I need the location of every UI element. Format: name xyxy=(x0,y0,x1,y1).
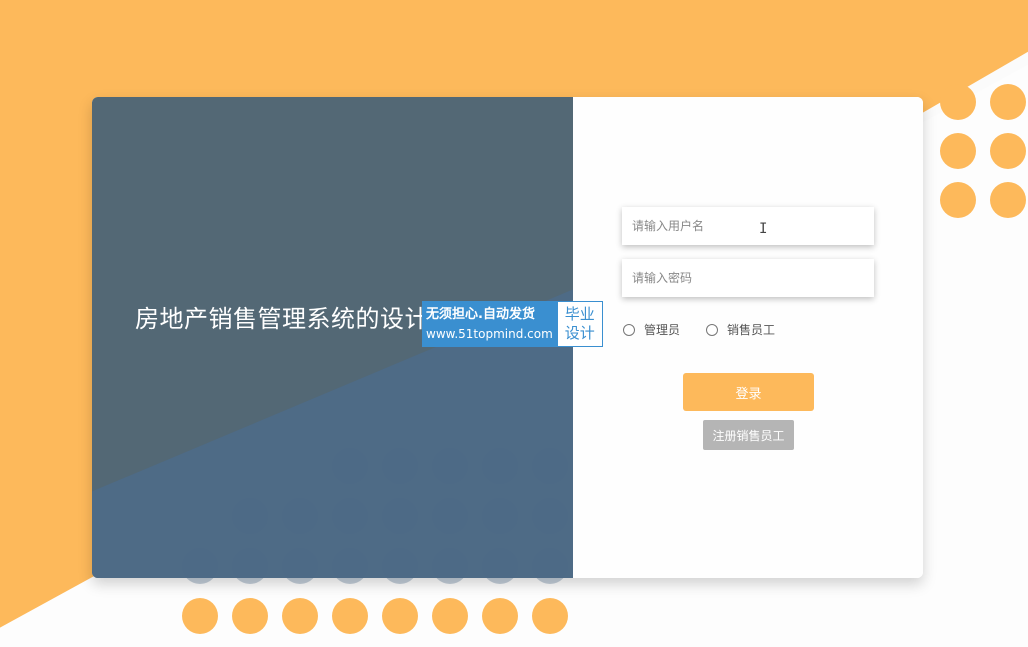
decor-dot xyxy=(532,448,568,484)
decor-dot xyxy=(432,498,468,534)
watermark-line2: www.51topmind.com xyxy=(426,327,553,341)
role-radio-group: 管理员 销售员工 xyxy=(623,321,775,338)
login-form: I 管理员 销售员工 登录 注册销售员工 xyxy=(573,97,923,578)
decor-dot xyxy=(940,84,976,120)
decor-dot xyxy=(382,598,418,634)
decor-dot xyxy=(232,598,268,634)
decor-dot xyxy=(482,548,518,584)
text-cursor-icon: I xyxy=(759,221,768,237)
decor-dot xyxy=(282,548,318,584)
decor-dot xyxy=(232,498,268,534)
decor-dots-bottom xyxy=(180,440,580,640)
decor-dot xyxy=(182,598,218,634)
watermark-banner: 无须担心.自动发货 www.51topmind.com 毕业 设计 xyxy=(422,301,603,347)
decor-dot xyxy=(282,498,318,534)
register-sales-button[interactable]: 注册销售员工 xyxy=(703,420,794,450)
watermark-badge-line2: 设计 xyxy=(564,324,595,342)
decor-dot xyxy=(482,448,518,484)
decor-dot xyxy=(532,498,568,534)
decor-dot xyxy=(432,448,468,484)
decor-dot xyxy=(182,548,218,584)
role-radio-label: 管理员 xyxy=(644,323,681,337)
decor-dot xyxy=(990,133,1026,169)
decor-dot xyxy=(332,448,368,484)
decor-dot xyxy=(332,598,368,634)
username-input[interactable] xyxy=(622,207,874,245)
role-radio-sales[interactable]: 销售员工 xyxy=(706,321,775,338)
watermark-text-block: 无须担心.自动发货 www.51topmind.com xyxy=(422,301,557,347)
decor-dot xyxy=(332,548,368,584)
decor-dot xyxy=(382,448,418,484)
decor-dot xyxy=(940,182,976,218)
decor-dot xyxy=(482,598,518,634)
radio-circle-icon[interactable] xyxy=(706,323,719,336)
decor-dot xyxy=(232,548,268,584)
watermark-badge: 毕业 设计 xyxy=(556,301,603,347)
decor-dot xyxy=(332,498,368,534)
role-radio-admin[interactable]: 管理员 xyxy=(623,321,680,338)
watermark-line1: 无须担心.自动发货 xyxy=(426,307,535,322)
decor-dot xyxy=(282,598,318,634)
radio-circle-icon[interactable] xyxy=(623,323,635,336)
decor-dot xyxy=(382,548,418,584)
decor-dot xyxy=(432,548,468,584)
decor-dot xyxy=(382,498,418,534)
decor-dot xyxy=(990,84,1026,120)
decor-dot xyxy=(990,182,1026,218)
decor-dot xyxy=(532,598,568,634)
role-radio-label: 销售员工 xyxy=(727,323,776,337)
watermark-badge-line1: 毕业 xyxy=(564,305,595,323)
login-button[interactable]: 登录 xyxy=(683,373,814,411)
decor-dot xyxy=(432,598,468,634)
decor-dot xyxy=(940,133,976,169)
decor-dot xyxy=(532,548,568,584)
password-input[interactable] xyxy=(622,259,874,297)
decor-dot xyxy=(482,498,518,534)
